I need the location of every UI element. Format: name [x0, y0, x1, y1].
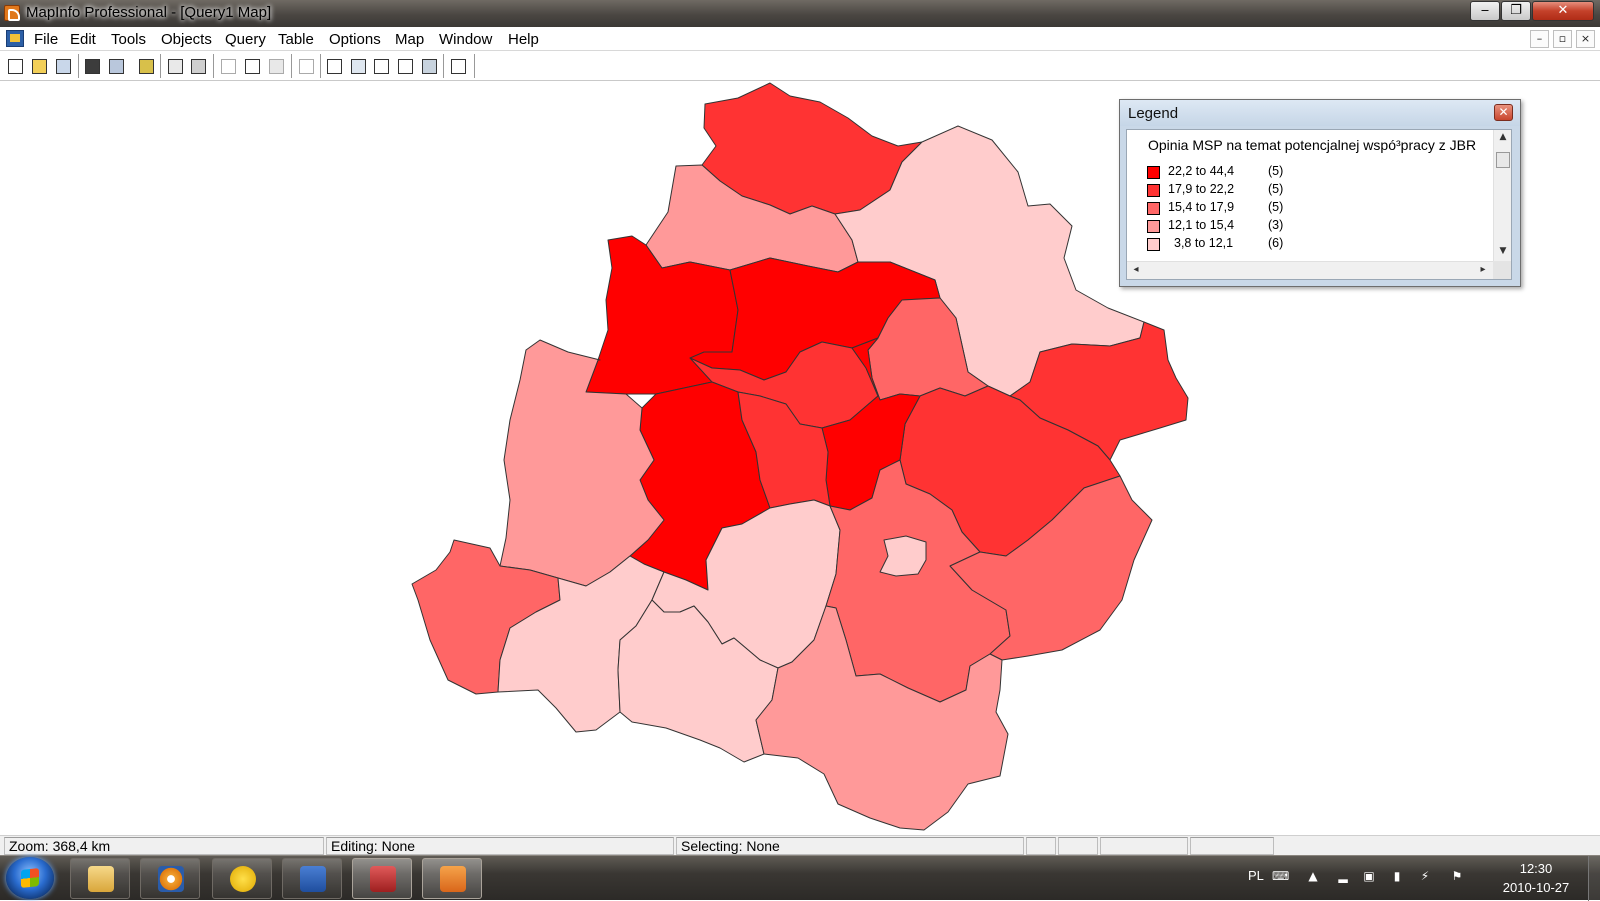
menu-tools[interactable]: Tools [111, 31, 146, 48]
legend-range: 3,8 to 12,1 [1174, 236, 1234, 250]
open-table-icon[interactable] [28, 55, 50, 77]
new-layout-icon[interactable] [394, 55, 416, 77]
menu-map[interactable]: Map [395, 31, 424, 48]
clock-date[interactable]: 2010-10-27 [1490, 880, 1582, 895]
legend-vertical-scrollbar[interactable]: ▲ ▼ [1493, 130, 1511, 263]
document-window-icon[interactable] [6, 30, 24, 47]
scroll-right-icon[interactable]: ▸ [1476, 264, 1490, 275]
network-icon[interactable]: ▂ [1336, 869, 1350, 883]
open-workspace-icon[interactable] [52, 55, 74, 77]
help-pointer-icon[interactable] [447, 55, 469, 77]
menu-objects[interactable]: Objects [161, 31, 212, 48]
print-preview-icon[interactable] [164, 55, 186, 77]
status-cell [1058, 837, 1098, 855]
print-icon[interactable] [187, 55, 209, 77]
document-close-button[interactable]: × [1576, 30, 1595, 48]
legend-swatch [1147, 184, 1160, 197]
new-table-icon[interactable] [4, 55, 26, 77]
legend-range: 12,1 to 15,4 [1168, 218, 1235, 232]
paste-icon[interactable] [265, 55, 287, 77]
legend-range: 17,9 to 22,2 [1168, 182, 1235, 196]
new-redistrict-icon[interactable] [418, 55, 440, 77]
legend-body: Opinia MSP na temat potencjalnej wspó³pr… [1126, 129, 1512, 280]
close-button[interactable]: ✕ [1532, 1, 1594, 21]
toolbar [0, 52, 1600, 81]
menu-bar: File Edit Tools Objects Query Table Opti… [0, 27, 1600, 51]
save-table-icon[interactable] [81, 55, 103, 77]
new-browser-icon[interactable] [323, 55, 345, 77]
menu-table[interactable]: Table [278, 31, 314, 48]
action-center-flag-icon[interactable]: ⚑ [1450, 869, 1464, 883]
legend-swatch [1147, 220, 1160, 233]
copy-icon[interactable] [241, 55, 263, 77]
status-selecting[interactable]: Selecting: None [676, 837, 1024, 855]
taskbar-file-explorer-icon[interactable] [70, 858, 130, 899]
taskbar-sync-app-icon[interactable] [212, 858, 272, 899]
scrollbar-corner [1493, 261, 1511, 279]
menu-query[interactable]: Query [225, 31, 266, 48]
start-button[interactable] [6, 857, 54, 899]
legend-count: (5) [1268, 164, 1284, 178]
status-cell [1026, 837, 1056, 855]
clock-time[interactable]: 12:30 [1496, 861, 1576, 876]
legend-horizontal-scrollbar[interactable]: ◂ ▸ [1127, 261, 1494, 279]
new-mapper-icon[interactable] [347, 55, 369, 77]
status-cell [1100, 837, 1188, 855]
document-restore-button[interactable]: ▫ [1553, 30, 1572, 48]
status-cell [1190, 837, 1274, 855]
window-title: MapInfo Professional - [Query1 Map] [26, 4, 272, 21]
minimize-button[interactable]: ‒ [1470, 1, 1500, 21]
update-icon[interactable]: ⚡ [1418, 869, 1432, 883]
legend-title-bar[interactable]: Legend ✕ [1120, 100, 1520, 126]
show-desktop-button[interactable] [1588, 856, 1600, 901]
legend-count: (5) [1268, 200, 1284, 214]
legend-swatch [1147, 202, 1160, 215]
mapinfo-app-icon[interactable] [4, 5, 20, 21]
legend-range: 15,4 to 17,9 [1168, 200, 1235, 214]
menu-window[interactable]: Window [439, 31, 492, 48]
legend-count: (3) [1268, 218, 1284, 232]
title-bar: MapInfo Professional - [Query1 Map] ‒ ❐ … [0, 0, 1600, 27]
scroll-thumb[interactable] [1496, 152, 1510, 168]
status-zoom[interactable]: Zoom: 368,4 km [4, 837, 324, 855]
cut-icon[interactable] [217, 55, 239, 77]
legend-count: (5) [1268, 182, 1284, 196]
import-icon[interactable] [135, 55, 157, 77]
language-indicator[interactable]: PL [1248, 868, 1264, 883]
legend-window[interactable]: Legend ✕ Opinia MSP na temat potencjalne… [1119, 99, 1521, 287]
legend-close-button[interactable]: ✕ [1494, 104, 1513, 121]
menu-options[interactable]: Options [329, 31, 381, 48]
legend-count: (6) [1268, 236, 1284, 250]
taskbar-media-player-icon[interactable] [140, 858, 200, 899]
taskbar-statistics-app-icon[interactable] [352, 858, 412, 899]
document-minimize-button[interactable]: – [1530, 30, 1549, 48]
menu-help[interactable]: Help [508, 31, 539, 48]
taskbar-mapinfo-icon[interactable] [422, 858, 482, 899]
menu-file[interactable]: File [34, 31, 58, 48]
taskbar: PL ⌨ ▲ ▂ ▣ ▮ ⚡ ⚑ 12:30 2010-10-27 [0, 855, 1600, 901]
flag-colors-icon[interactable]: ▣ [1362, 869, 1376, 883]
taskbar-word-icon[interactable] [282, 858, 342, 899]
scroll-up-icon[interactable]: ▲ [1494, 132, 1511, 146]
new-grapher-icon[interactable] [370, 55, 392, 77]
legend-heading: Opinia MSP na temat potencjalnej wspó³pr… [1148, 137, 1477, 153]
status-bar: Zoom: 368,4 km Editing: None Selecting: … [0, 835, 1600, 855]
legend-swatch [1147, 238, 1160, 251]
device-icon[interactable]: ▮ [1390, 869, 1404, 883]
legend-window-title: Legend [1128, 105, 1179, 122]
keyboard-icon[interactable]: ⌨ [1272, 869, 1289, 883]
scroll-left-icon[interactable]: ◂ [1129, 264, 1143, 275]
save-workspace-icon[interactable] [105, 55, 127, 77]
undo-icon[interactable] [295, 55, 317, 77]
legend-range: 22,2 to 44,4 [1168, 164, 1235, 178]
scroll-down-icon[interactable]: ▼ [1494, 246, 1511, 260]
maximize-button[interactable]: ❐ [1501, 1, 1531, 21]
legend-swatch [1147, 166, 1160, 179]
show-hidden-icons-icon[interactable]: ▲ [1306, 869, 1320, 883]
status-editing[interactable]: Editing: None [326, 837, 674, 855]
menu-edit[interactable]: Edit [70, 31, 96, 48]
